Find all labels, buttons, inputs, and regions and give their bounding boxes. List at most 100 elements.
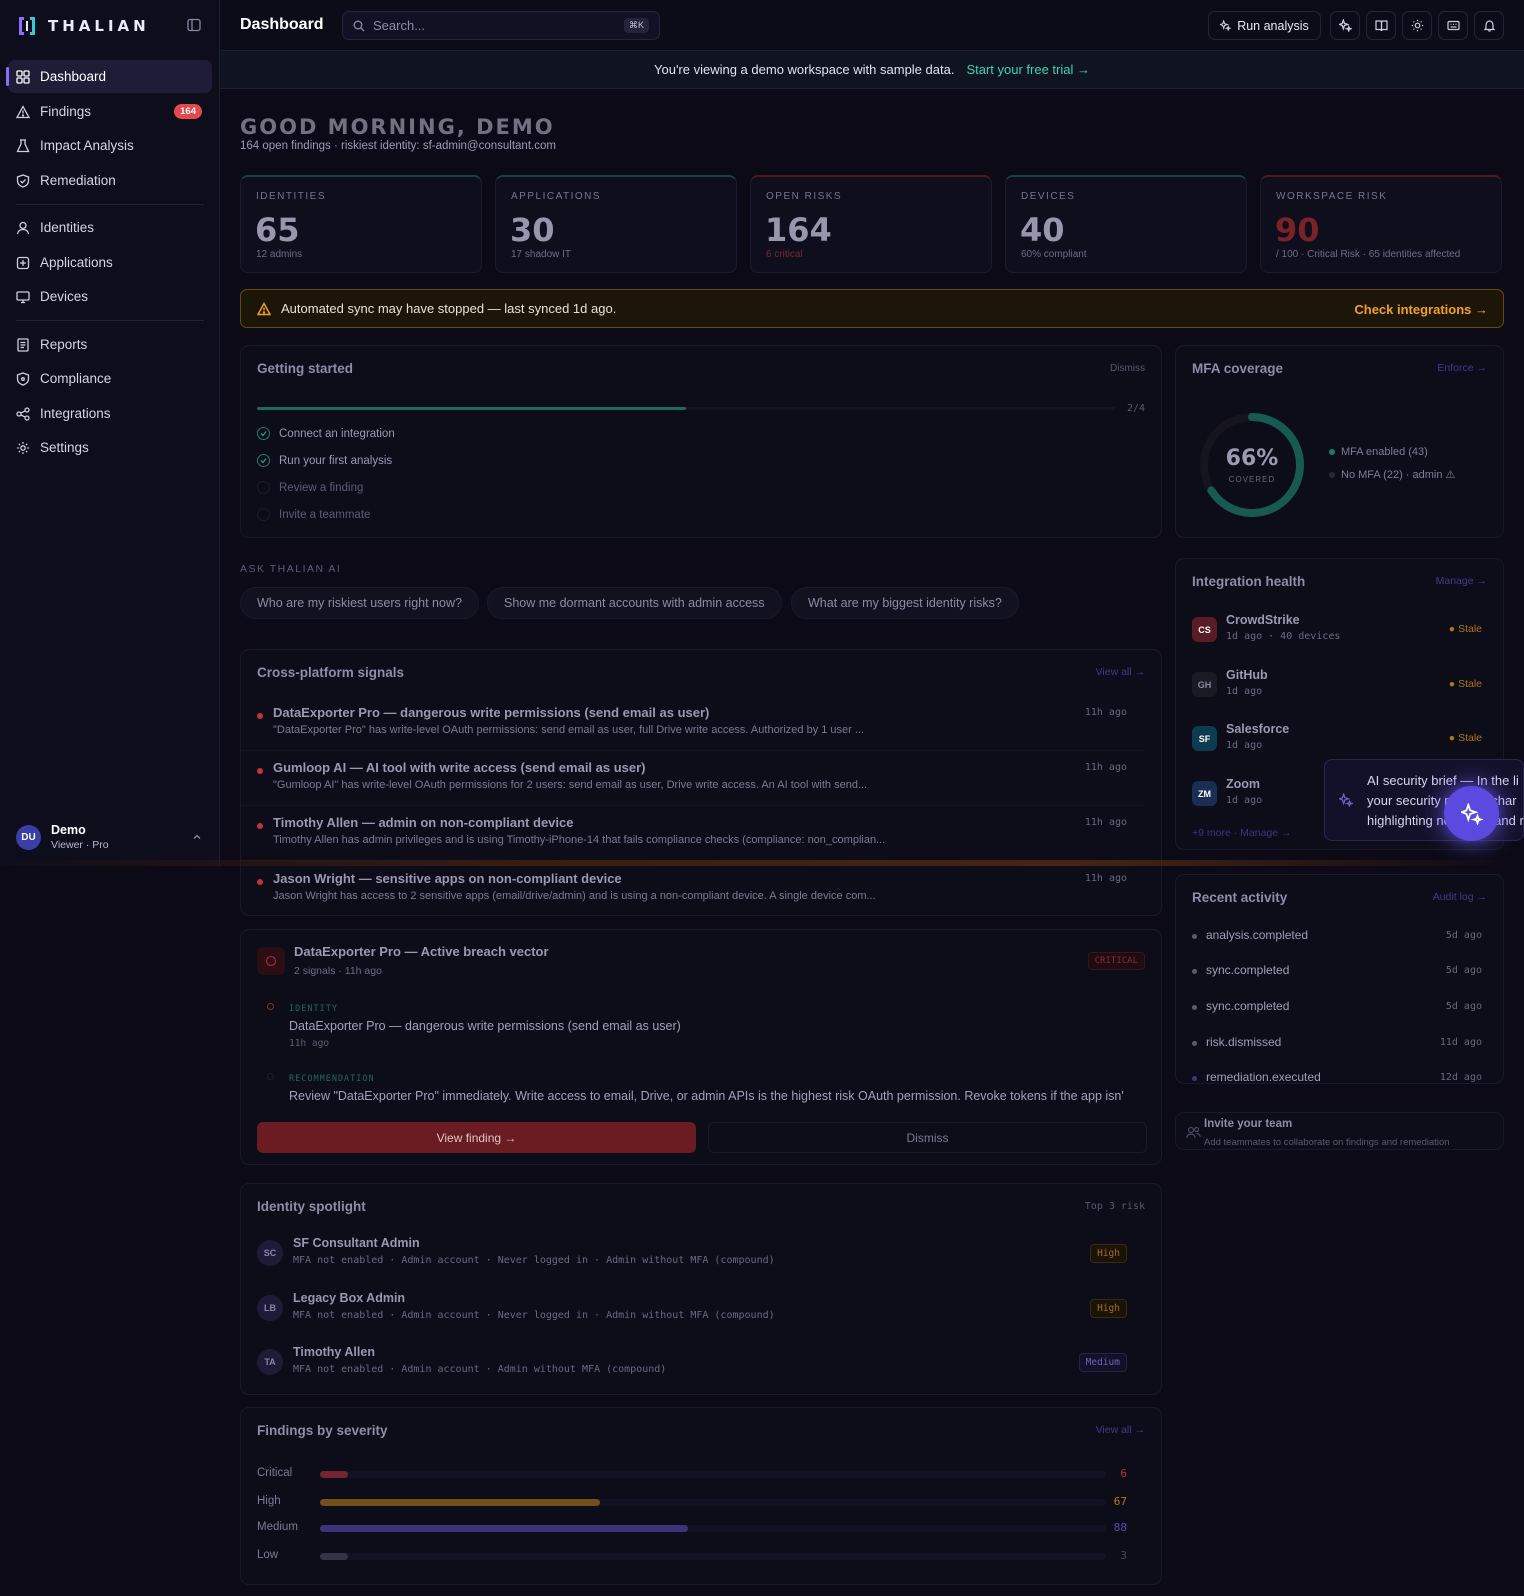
severity-row[interactable]: Low 3: [257, 1548, 1127, 1566]
check-integrations-link[interactable]: Check integrations →: [1354, 302, 1488, 317]
sidebar-item-label: Settings: [40, 440, 89, 455]
ai-suggestion-chip[interactable]: Show me dormant accounts with admin acce…: [487, 587, 782, 619]
sidebar-item-label: Applications: [40, 255, 113, 270]
sidebar-item-label: Integrations: [40, 406, 111, 421]
activity-name: analysis.completed: [1206, 928, 1309, 942]
dismiss-button[interactable]: Dismiss: [1110, 363, 1145, 374]
sun-icon: [1411, 19, 1423, 32]
sidebar-item-settings[interactable]: Settings: [8, 431, 212, 464]
spotlight-identity-row[interactable]: TA Timothy Allen MFA not enabled · Admin…: [257, 1343, 1127, 1383]
integration-row[interactable]: GH GitHub 1d ago ● Stale: [1192, 666, 1482, 706]
view-all-signals-link[interactable]: View all →: [1096, 666, 1145, 678]
stat-card-workspace-risk[interactable]: WORKSPACE RISK 90 / 100 · Critical Risk …: [1260, 175, 1502, 273]
identity-name: SF Consultant Admin: [293, 1236, 420, 1250]
severity-dot: [257, 879, 263, 885]
severity-row[interactable]: Medium 88: [257, 1520, 1127, 1538]
severity-bar-track: [320, 1471, 1106, 1478]
more-integrations-link[interactable]: +9 more · Manage →: [1192, 827, 1292, 839]
sidebar-item-integrations[interactable]: Integrations: [8, 397, 212, 430]
severity-count: 88: [1113, 1521, 1127, 1534]
dismiss-breach-button[interactable]: Dismiss: [708, 1122, 1147, 1153]
severity-row[interactable]: High 67: [257, 1494, 1127, 1512]
integration-row[interactable]: SF Salesforce 1d ago ● Stale: [1192, 720, 1482, 760]
severity-row[interactable]: Critical 6: [257, 1466, 1127, 1484]
view-all-findings-link[interactable]: View all →: [1096, 1424, 1145, 1436]
activity-dot: [1192, 1041, 1197, 1046]
search-box[interactable]: ⌘K: [342, 11, 660, 40]
stat-card-applications[interactable]: APPLICATIONS 30 17 shadow IT: [495, 175, 737, 273]
search-input[interactable]: [373, 18, 613, 33]
theme-toggle-button[interactable]: [1402, 11, 1432, 40]
invite-team-card[interactable]: Invite your team Add teammates to collab…: [1175, 1112, 1504, 1150]
docs-button[interactable]: [1366, 11, 1396, 40]
start-trial-link[interactable]: Start your free trial →: [966, 62, 1090, 77]
onboarding-step[interactable]: Invite a teammate: [257, 508, 370, 521]
sidebar-item-label: Devices: [40, 289, 89, 304]
sidebar-collapse-icon[interactable]: [187, 18, 201, 32]
stat-value: 30: [510, 211, 555, 249]
activity-name: remediation.executed: [1206, 1070, 1321, 1084]
avatar: TA: [257, 1349, 283, 1375]
user-menu[interactable]: DU Demo Viewer · Pro: [0, 808, 220, 866]
signal-item[interactable]: Gumloop AI — AI tool with write access (…: [257, 760, 1127, 800]
onboarding-step[interactable]: Run your first analysis: [257, 454, 392, 467]
signal-item[interactable]: Timothy Allen — admin on non-compliant d…: [257, 815, 1127, 855]
ai-suggestion-chip[interactable]: Who are my riskiest users right now?: [240, 587, 479, 619]
sidebar-item-impact-analysis[interactable]: Impact Analysis: [8, 129, 212, 162]
stat-label: IDENTITIES: [256, 191, 327, 202]
salesforce-logo: SF: [1192, 726, 1217, 751]
sidebar-item-remediation[interactable]: Remediation: [8, 164, 212, 197]
sidebar-item-reports[interactable]: Reports: [8, 328, 212, 361]
ai-assistant-button[interactable]: [1330, 11, 1360, 40]
sidebar-item-compliance[interactable]: Compliance: [8, 362, 212, 395]
activity-name: sync.completed: [1206, 999, 1290, 1013]
view-finding-button[interactable]: View finding →: [257, 1122, 696, 1153]
signal-title: DataExporter Pro — dangerous write permi…: [273, 705, 710, 720]
chevron-up-icon: [193, 834, 201, 839]
viewport-fold-glow: [0, 860, 1524, 866]
sidebar-item-devices[interactable]: Devices: [8, 280, 212, 313]
manage-integrations-link[interactable]: Manage →: [1436, 575, 1487, 587]
onboarding-step[interactable]: Review a finding: [257, 481, 363, 494]
stat-card-identities[interactable]: IDENTITIES 65 12 admins: [240, 175, 482, 273]
audit-log-link[interactable]: Audit log →: [1433, 891, 1487, 903]
signal-description: Jason Wright has access to 2 sensitive a…: [273, 890, 876, 902]
severity-name: Medium: [257, 1521, 298, 1533]
ask-ai-label: ASK THALIAN AI: [240, 563, 342, 575]
integration-meta: 1d ago: [1226, 686, 1263, 697]
signal-item[interactable]: DataExporter Pro — dangerous write permi…: [257, 705, 1127, 745]
onboarding-step[interactable]: Connect an integration: [257, 427, 395, 440]
sync-alert: Automated sync may have stopped — last s…: [240, 289, 1504, 328]
findings-by-severity-card: Findings by severity View all → Critical…: [240, 1407, 1162, 1585]
sidebar-item-findings[interactable]: Findings 164: [8, 95, 212, 128]
integration-row[interactable]: CS CrowdStrike 1d ago · 40 devices ● Sta…: [1192, 611, 1482, 651]
notifications-button[interactable]: [1474, 11, 1504, 40]
sidebar-item-dashboard[interactable]: Dashboard: [6, 60, 212, 93]
severity-dot: [257, 768, 263, 774]
avatar: SC: [257, 1240, 283, 1266]
ai-suggestion-chip[interactable]: What are my biggest identity risks?: [791, 587, 1019, 619]
identity-risk-factors: MFA not enabled · Admin account · Admin …: [293, 1364, 667, 1375]
stat-card-open-risks[interactable]: OPEN RISKS 164 6 critical: [750, 175, 992, 273]
card-title: MFA coverage: [1192, 361, 1284, 376]
sidebar-item-identities[interactable]: Identities: [8, 211, 212, 244]
stat-card-devices[interactable]: DEVICES 40 60% compliant: [1005, 175, 1247, 273]
app-square-icon: [16, 256, 30, 269]
avatar: LB: [257, 1295, 283, 1321]
keyboard-shortcuts-button[interactable]: [1438, 11, 1468, 40]
github-logo: GH: [1192, 672, 1217, 697]
brand-logo[interactable]: THALIAN: [16, 15, 150, 37]
signal-item[interactable]: Jason Wright — sensitive apps on non-com…: [257, 871, 1127, 911]
invite-title: Invite your team: [1204, 1118, 1293, 1130]
enforce-link[interactable]: Enforce →: [1437, 362, 1487, 374]
stat-value: 164: [765, 211, 832, 249]
demo-banner-text: You're viewing a demo workspace with sam…: [654, 62, 955, 77]
spotlight-identity-row[interactable]: SC SF Consultant Admin MFA not enabled ·…: [257, 1234, 1127, 1274]
run-analysis-label: Run analysis: [1237, 18, 1309, 33]
run-analysis-button[interactable]: Run analysis: [1208, 11, 1321, 40]
integration-name: GitHub: [1226, 668, 1268, 682]
mfa-legend-missing: No MFA (22) · admin ⚠: [1329, 468, 1455, 481]
sidebar-item-applications[interactable]: Applications: [8, 246, 212, 279]
ai-assistant-fab[interactable]: [1444, 786, 1499, 841]
spotlight-identity-row[interactable]: LB Legacy Box Admin MFA not enabled · Ad…: [257, 1289, 1127, 1329]
